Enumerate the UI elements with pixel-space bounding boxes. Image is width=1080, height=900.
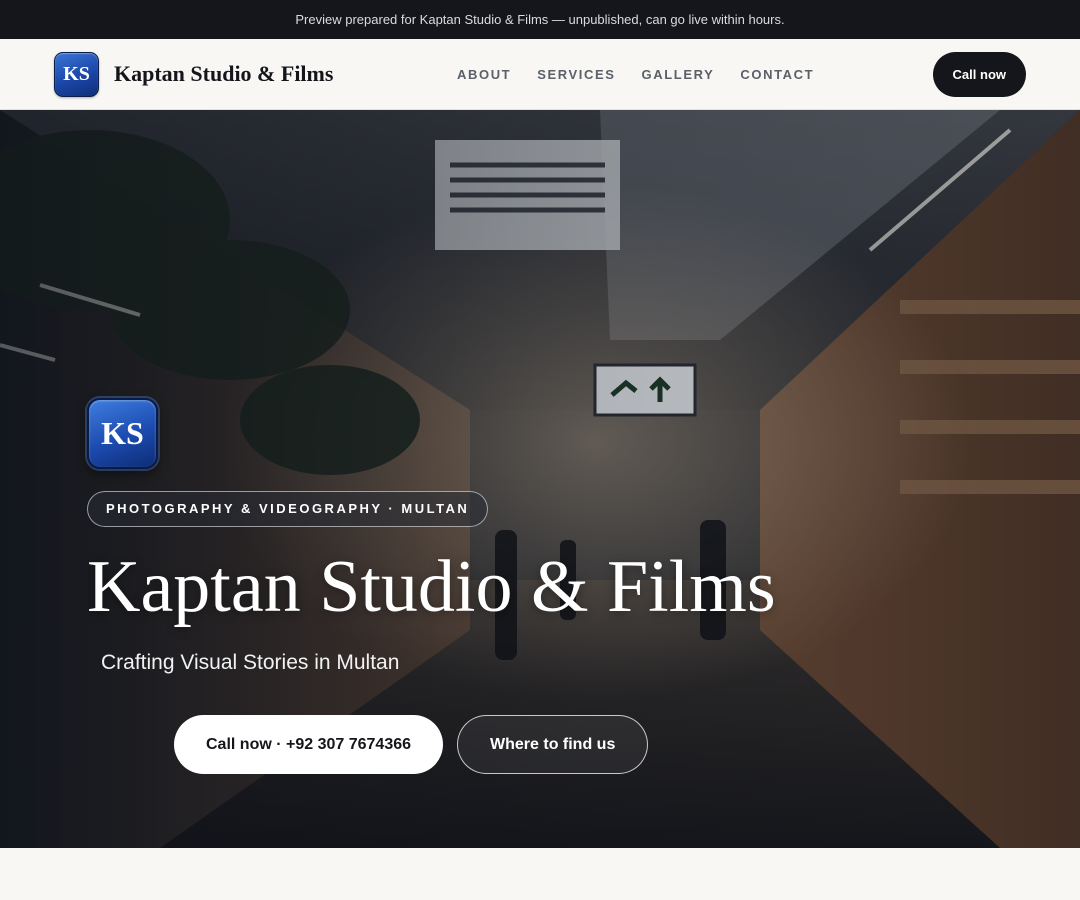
- hero-subtitle: Crafting Visual Stories in Multan: [101, 651, 400, 674]
- hero-content: KS PHOTOGRAPHY & VIDEOGRAPHY · MULTAN Ka…: [87, 398, 776, 774]
- header-call-button[interactable]: Call now: [932, 52, 1026, 97]
- hero-title: Kaptan Studio & Films: [87, 546, 776, 628]
- nav-link-gallery[interactable]: GALLERY: [642, 67, 715, 82]
- hero-section: KS PHOTOGRAPHY & VIDEOGRAPHY · MULTAN Ka…: [0, 110, 1080, 848]
- call-phone-button[interactable]: Call now · +92 307 7674366: [174, 715, 444, 774]
- hero-logo-initials: KS: [101, 415, 144, 451]
- nav-link-services[interactable]: SERVICES: [537, 67, 615, 82]
- site-header: KS Kaptan Studio & Films ABOUT SERVICES …: [0, 39, 1080, 110]
- hero-actions: Call now · +92 307 7674366 Where to find…: [174, 715, 776, 774]
- location-button[interactable]: Where to find us: [457, 715, 649, 774]
- brand-name: Kaptan Studio & Films: [114, 61, 334, 86]
- nav-link-contact[interactable]: CONTACT: [740, 67, 814, 82]
- next-section: [0, 848, 1080, 900]
- hero-tagline: PHOTOGRAPHY & VIDEOGRAPHY · MULTAN: [106, 501, 470, 516]
- nav-link-about[interactable]: ABOUT: [457, 67, 511, 82]
- brand-logo-initials: KS: [63, 62, 90, 85]
- hero-logo: KS: [87, 398, 158, 469]
- brand[interactable]: KS Kaptan Studio & Films: [54, 51, 334, 97]
- preview-banner-text: Preview prepared for Kaptan Studio & Fil…: [295, 12, 785, 27]
- preview-banner: Preview prepared for Kaptan Studio & Fil…: [0, 0, 1080, 39]
- hero-tagline-badge: PHOTOGRAPHY & VIDEOGRAPHY · MULTAN: [87, 491, 489, 527]
- brand-logo: KS: [54, 51, 99, 97]
- main-nav: ABOUT SERVICES GALLERY CONTACT: [457, 39, 814, 110]
